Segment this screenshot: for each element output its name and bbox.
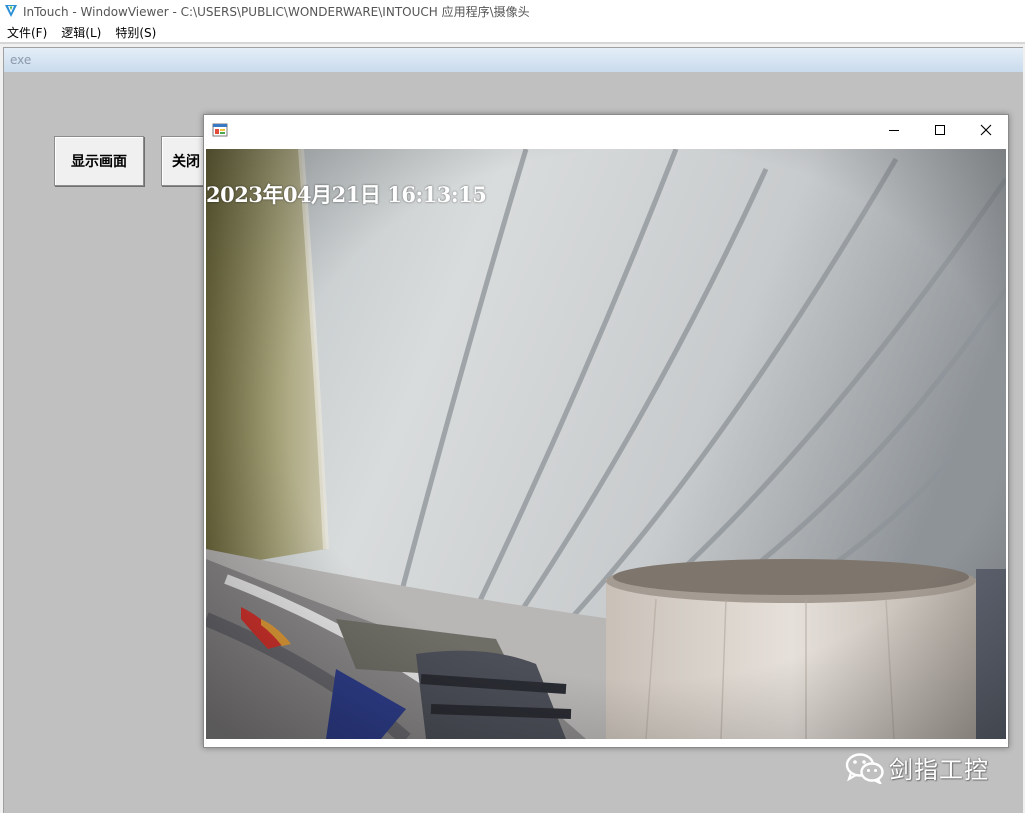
- close-icon: [980, 124, 992, 136]
- menu-bar: 文件(F) 逻辑(L) 特别(S): [0, 22, 1025, 42]
- window-title: InTouch - WindowViewer - C:\USERS\PUBLIC…: [23, 4, 530, 19]
- minimize-button[interactable]: [871, 115, 917, 145]
- close-window-button[interactable]: [963, 115, 1009, 145]
- watermark-text: 剑指工控: [889, 756, 989, 784]
- camera-video-feed: 2023年04月21日 16:13:15: [206, 149, 1006, 739]
- maximize-button[interactable]: [917, 115, 963, 145]
- intouch-logo-icon: [5, 5, 17, 17]
- show-screen-button[interactable]: 显示画面: [54, 136, 144, 186]
- video-timestamp: 2023年04月21日 16:13:15: [206, 182, 487, 207]
- popup-titlebar[interactable]: [204, 115, 1008, 145]
- camera-popup-window: 2023年04月21日 16:13:15: [203, 114, 1009, 748]
- window-titlebar[interactable]: InTouch - WindowViewer - C:\USERS\PUBLIC…: [0, 0, 1025, 22]
- menu-special[interactable]: 特别(S): [108, 24, 163, 41]
- camera-frame-image: [206, 149, 1006, 739]
- menu-separator: [0, 42, 1025, 44]
- wechat-icon: [845, 752, 884, 784]
- watermark: 剑指工控: [845, 750, 989, 785]
- menu-logic[interactable]: 逻辑(L): [54, 24, 108, 41]
- app-window-icon: [212, 123, 228, 137]
- menu-file[interactable]: 文件(F): [0, 24, 54, 41]
- child-window-title: exe: [10, 53, 32, 67]
- child-window-titlebar[interactable]: exe: [4, 48, 1023, 72]
- minimize-icon: [889, 130, 899, 131]
- maximize-icon: [935, 125, 945, 135]
